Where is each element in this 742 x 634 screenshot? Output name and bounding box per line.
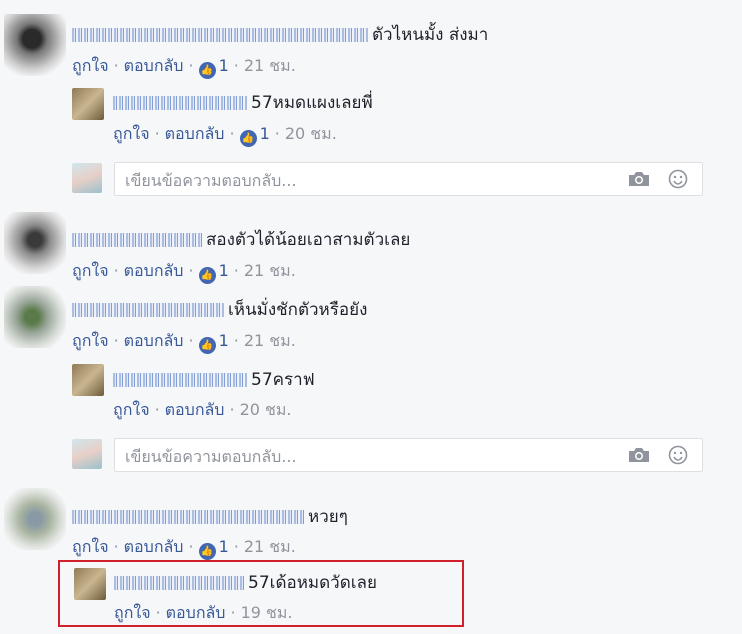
like-count[interactable]: 1 (219, 56, 229, 75)
reply-link[interactable]: ตอบกลับ (124, 331, 184, 350)
reply-input[interactable] (123, 163, 607, 197)
current-user-avatar (72, 163, 102, 193)
camera-icon[interactable] (628, 447, 650, 463)
comment-actions: ถูกใจ · ตอบกลับ · 👍 1 · 21 ชม. (72, 537, 296, 560)
comment-text: 57คราฟ (251, 370, 315, 390)
reply-link[interactable]: ตอบกลับ (165, 124, 225, 143)
comment: สองตัวได้น้อยเอาสามตัวเลย (72, 230, 410, 250)
timestamp[interactable]: 19 ชม. (241, 603, 293, 622)
timestamp[interactable]: 20 ชม. (285, 124, 337, 143)
like-link[interactable]: ถูกใจ (72, 331, 109, 350)
comment: หวยๆ (72, 507, 348, 527)
comment-text: 57หมดแผงเลยพี่ (251, 93, 373, 113)
like-link[interactable]: ถูกใจ (72, 537, 109, 556)
author-name-blurred[interactable] (72, 233, 202, 247)
reply-link[interactable]: ตอบกลับ (165, 400, 225, 419)
camera-icon[interactable] (628, 171, 650, 187)
avatar[interactable] (4, 212, 66, 274)
reply-input[interactable] (123, 439, 607, 473)
timestamp[interactable]: 20 ชม. (240, 400, 292, 419)
comment-text: หวยๆ (308, 507, 348, 527)
avatar[interactable] (74, 568, 106, 600)
like-link[interactable]: ถูกใจ (113, 124, 150, 143)
comment-actions: ถูกใจ · ตอบกลับ · 👍 1 · 21 ชม. (72, 331, 296, 354)
thumbs-up-icon[interactable]: 👍 (198, 543, 216, 560)
like-link[interactable]: ถูกใจ (72, 261, 109, 280)
like-link[interactable]: ถูกใจ (113, 400, 150, 419)
reply-comment: 57เด้อหมดวัดเลย (114, 573, 377, 593)
thumbs-up-icon[interactable]: 👍 (198, 337, 216, 354)
timestamp[interactable]: 21 ชม. (244, 537, 296, 556)
thumbs-up-icon[interactable]: 👍 (198, 267, 216, 284)
comment: เห็นมั่งชักตัวหรือยัง (72, 300, 367, 320)
like-count[interactable]: 1 (219, 537, 229, 556)
reply-link[interactable]: ตอบกลับ (124, 261, 184, 280)
like-count[interactable]: 1 (219, 331, 229, 350)
reply-comment: 57คราฟ (113, 370, 315, 390)
like-count[interactable]: 1 (260, 124, 270, 143)
like-link[interactable]: ถูกใจ (72, 56, 109, 75)
comment-actions: ถูกใจ · ตอบกลับ · 👍 1 · 21 ชม. (72, 261, 296, 284)
comment-text: 57เด้อหมดวัดเลย (248, 573, 377, 593)
avatar[interactable] (72, 88, 104, 120)
comment-actions: ถูกใจ · ตอบกลับ · 20 ชม. (113, 400, 292, 419)
reply-box (114, 438, 703, 473)
reply-link[interactable]: ตอบกลับ (166, 603, 226, 622)
avatar[interactable] (4, 286, 66, 348)
timestamp[interactable]: 21 ชม. (244, 261, 296, 280)
current-user-avatar (72, 439, 102, 469)
emoji-icon[interactable] (668, 445, 688, 465)
reply-link[interactable]: ตอบกลับ (124, 56, 184, 75)
reply-link[interactable]: ตอบกลับ (124, 537, 184, 556)
comment-actions: ถูกใจ · ตอบกลับ · 👍 1 · 20 ชม. (113, 124, 337, 147)
timestamp[interactable]: 21 ชม. (244, 56, 296, 75)
thumbs-up-icon[interactable]: 👍 (239, 130, 257, 147)
author-name-blurred[interactable] (114, 576, 244, 590)
author-name-blurred[interactable] (113, 96, 247, 110)
thumbs-up-icon[interactable]: 👍 (198, 62, 216, 79)
like-count[interactable]: 1 (219, 261, 229, 280)
comment-actions: ถูกใจ · ตอบกลับ · 19 ชม. (114, 603, 293, 622)
comment-text: ตัวไหนมั้ง ส่งมา (372, 25, 489, 45)
avatar[interactable] (72, 364, 104, 396)
comment: ตัวไหนมั้ง ส่งมา (72, 25, 488, 45)
author-name-blurred[interactable] (72, 303, 224, 317)
author-name-blurred[interactable] (113, 373, 247, 387)
avatar[interactable] (4, 488, 66, 550)
author-name-blurred[interactable] (72, 28, 368, 42)
timestamp[interactable]: 21 ชม. (244, 331, 296, 350)
reply-box (114, 162, 703, 197)
avatar[interactable] (4, 14, 66, 76)
comment-text: สองตัวได้น้อยเอาสามตัวเลย (206, 230, 411, 250)
comment-text: เห็นมั่งชักตัวหรือยัง (228, 300, 368, 320)
like-link[interactable]: ถูกใจ (114, 603, 151, 622)
reply-comment: 57หมดแผงเลยพี่ (113, 93, 373, 113)
comment-actions: ถูกใจ · ตอบกลับ · 👍 1 · 21 ชม. (72, 56, 296, 79)
emoji-icon[interactable] (668, 169, 688, 189)
author-name-blurred[interactable] (72, 510, 304, 524)
